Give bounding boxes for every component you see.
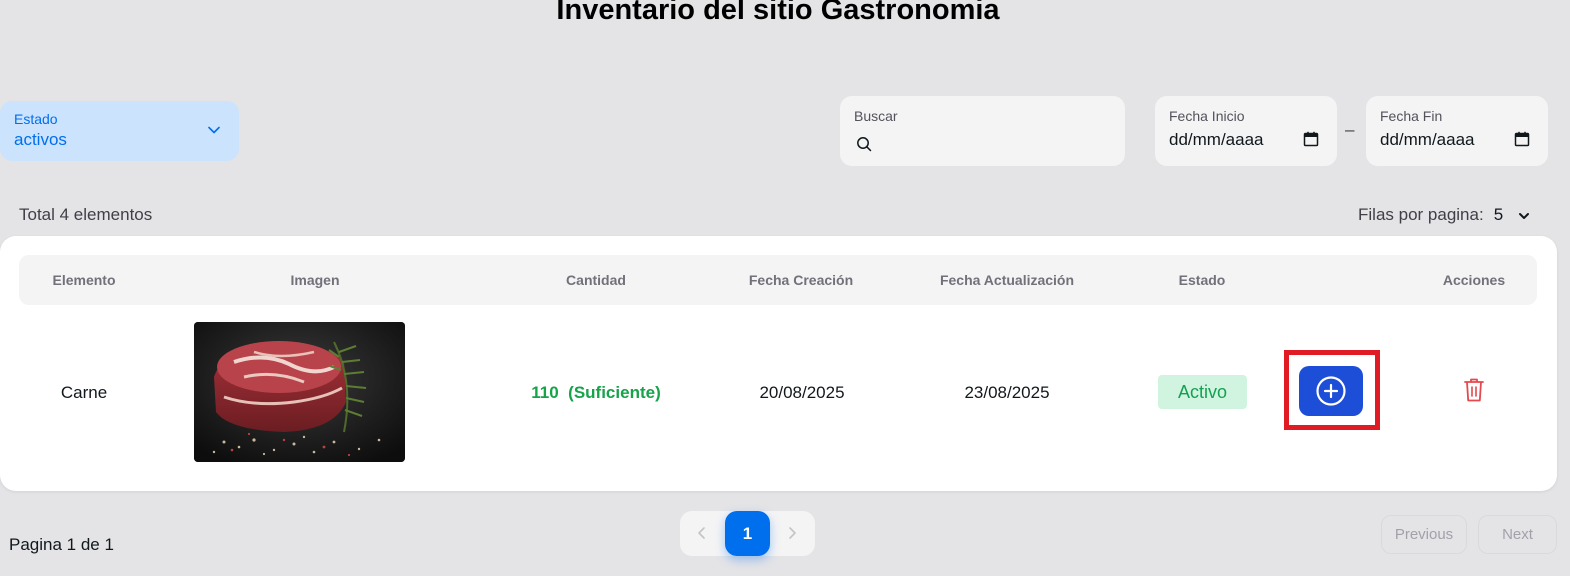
date-range-separator: –: [1345, 120, 1355, 139]
search-field[interactable]: Buscar: [840, 96, 1125, 166]
estado-select-label: Estado: [14, 111, 58, 127]
estado-select[interactable]: Estado activos: [0, 101, 239, 161]
chevron-down-icon[interactable]: [1518, 210, 1530, 222]
inventory-table: Elemento Imagen Cantidad Fecha Creación …: [0, 236, 1557, 491]
fecha-inicio-field[interactable]: Fecha Inicio dd/mm/aaaa: [1155, 96, 1337, 166]
page-button[interactable]: 1: [725, 511, 770, 556]
status-badge: Activo: [1158, 375, 1247, 409]
fecha-inicio-value: dd/mm/aaaa: [1169, 130, 1264, 149]
trash-icon: [1464, 378, 1484, 402]
fecha-fin-value: dd/mm/aaaa: [1380, 130, 1475, 149]
fecha-fin-label: Fecha Fin: [1380, 108, 1443, 124]
chevron-down-icon: [208, 126, 220, 134]
rows-per-page[interactable]: Filas por pagina: 5: [1358, 205, 1530, 225]
next-button[interactable]: Next: [1478, 515, 1557, 554]
cantidad-status: (Suficiente): [568, 383, 661, 402]
rows-per-page-label: Filas por pagina:: [1358, 205, 1484, 224]
add-stock-button[interactable]: [1299, 366, 1363, 416]
chevron-left-icon[interactable]: [694, 525, 710, 541]
calendar-icon[interactable]: [1303, 131, 1319, 147]
column-header-cantidad: Cantidad: [566, 272, 626, 288]
fecha-fin-field[interactable]: Fecha Fin dd/mm/aaaa: [1366, 96, 1548, 166]
column-header-fecha-creacion: Fecha Creación: [748, 272, 854, 288]
item-image: [194, 322, 405, 462]
search-label: Buscar: [854, 108, 898, 124]
column-header-fecha-actualizacion: Fecha Actualización: [939, 272, 1075, 288]
chevron-right-icon[interactable]: [784, 525, 800, 541]
cell-elemento: Carne: [60, 383, 108, 402]
calendar-icon[interactable]: [1514, 131, 1530, 147]
page-info: Pagina 1 de 1: [9, 535, 114, 554]
page-title: Inventario del sitio Gastronomia: [556, 0, 1000, 26]
search-input[interactable]: [878, 130, 1108, 152]
fecha-inicio-label: Fecha Inicio: [1169, 108, 1245, 124]
cell-fecha-actualizacion: 23/08/2025: [964, 383, 1050, 402]
search-icon: [857, 137, 872, 152]
cell-fecha-creacion: 20/08/2025: [759, 383, 845, 402]
estado-select-value: activos: [14, 130, 67, 149]
column-header-estado: Estado: [1178, 272, 1226, 288]
column-header-imagen: Imagen: [290, 272, 340, 288]
previous-button[interactable]: Previous: [1381, 515, 1467, 554]
total-count: Total 4 elementos: [19, 205, 153, 224]
column-header-elemento: Elemento: [52, 272, 116, 288]
table-header: Elemento Imagen Cantidad Fecha Creación …: [19, 255, 1537, 305]
plus-circle-icon: [1316, 376, 1346, 406]
cantidad-value: 110: [531, 383, 559, 402]
pagination: 1: [680, 511, 815, 556]
column-header-acciones: Acciones: [1442, 272, 1506, 288]
delete-button[interactable]: [1463, 377, 1485, 403]
cell-cantidad: 110 (Suficiente): [531, 383, 660, 403]
rows-per-page-value[interactable]: 5: [1494, 205, 1503, 224]
